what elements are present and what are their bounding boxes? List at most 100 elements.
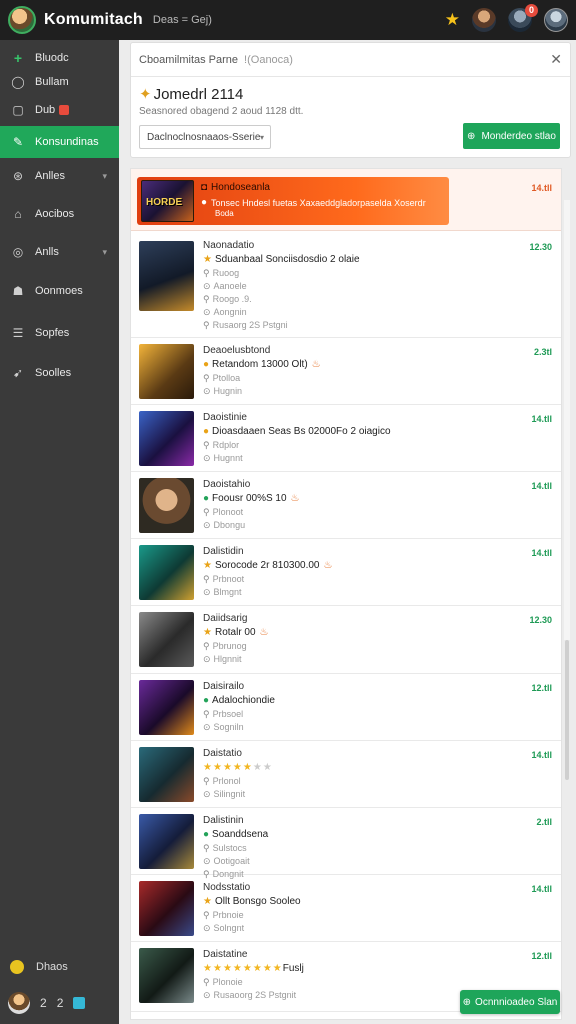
post-author[interactable]: Daiidsarig	[203, 613, 247, 624]
thumbnail-image	[139, 478, 194, 533]
breadcrumb: Cboamilmitas Parne !(Oanoca) ✕	[131, 43, 570, 77]
post-thumbnail[interactable]	[139, 241, 194, 311]
sidebar-item-dub[interactable]: ▢ Dub	[0, 94, 119, 126]
app-subtitle: Deas = Gej)	[152, 14, 212, 26]
list-item[interactable]: Daoistahio ● Foousr 00%S 10 ♨ ⚲ Plonoot ⊙ Dbong…	[131, 472, 561, 539]
meta-icon: ⊙	[203, 654, 211, 664]
friend-avatar-2[interactable]: 0	[508, 4, 538, 32]
scrollbar-track[interactable]	[564, 200, 570, 640]
post-thumbnail[interactable]	[139, 411, 194, 466]
fire-icon: ♨	[311, 359, 321, 370]
list-item[interactable]: Dalistidin ★ Sorocode 2r 810300.00 ♨ ⚲ Prbnoo…	[131, 539, 561, 606]
post-thumbnail[interactable]	[139, 747, 194, 802]
post-thumbnail[interactable]	[139, 344, 194, 399]
sidebar-item-sopfes[interactable]: ☰ Sopfes	[0, 317, 119, 349]
list-item[interactable]: Daiidsarig ★ Rotalr 00 ♨ ⚲ Pbrunog ⊙ Hlgnnit 12.…	[131, 606, 561, 674]
footer-avatar[interactable]	[8, 992, 30, 1014]
post-text: ● Retandom 13000 Olt) ♨	[203, 359, 321, 370]
list-icon: ☰	[12, 326, 24, 340]
post-meta-value: Plonoie	[212, 977, 243, 987]
favorites-star-icon[interactable]: ★	[445, 10, 460, 30]
post-timestamp: 14.tll	[531, 548, 552, 558]
scrollbar-thumb[interactable]	[565, 640, 569, 780]
list-item[interactable]: Dalistinin ● Soanddsena ⚲ Sulstocs ⊙ Ootigoait…	[131, 808, 561, 879]
list-item[interactable]: Daistatio ★★★★★★★ ⚲ Prlonol ⊙ Silingnit 14.tll	[131, 741, 561, 808]
featured-tag: Boda	[215, 209, 234, 218]
post-author[interactable]: Daistatio	[203, 748, 242, 759]
post-author[interactable]: Nodsstatio	[203, 882, 250, 893]
post-author[interactable]: Dalistidin	[203, 546, 244, 557]
top-bar: Komumitach Deas = Gej) ★ 0	[0, 0, 576, 40]
filter-select[interactable]: Daclnoclnosnaaos-Sserie ▾	[139, 125, 271, 149]
sidebar-item-konsundinas[interactable]: ✎ Konsundinas	[0, 126, 119, 158]
post-text-value: Dioasdaaen Seas Bs 02000Fo 2 oiagico	[212, 426, 391, 437]
post-text: ★ Rotalr 00 ♨	[203, 627, 269, 638]
meta-icon: ⊙	[203, 990, 211, 1000]
post-author[interactable]: Dalistinin	[203, 815, 244, 826]
post-text-value: Sduanbaal Sonciisdosdio 2 olaie	[214, 254, 360, 265]
star-icon: ★	[203, 762, 213, 773]
star-icon: ★	[203, 963, 213, 974]
meta-icon: ⚲	[203, 294, 210, 304]
star-icon: ★	[222, 963, 233, 974]
sidebar: + Bluodc ◯ Bullam ▢ Dub ✎ Konsundinas ⊛ …	[0, 40, 119, 1024]
list-item[interactable]: Nodsstatio ★ Ollt Bonsgo Sooleo ⚲ Prbnoie ⊙ So…	[131, 875, 561, 942]
post-thumbnail[interactable]	[139, 680, 194, 735]
friend-avatar-1[interactable]	[472, 8, 496, 32]
meta-icon: ⚲	[203, 641, 210, 651]
post-thumbnail[interactable]	[139, 948, 194, 1003]
meta-icon: ⊙	[203, 789, 211, 799]
plus-icon: +	[13, 50, 23, 66]
post-thumbnail[interactable]	[139, 545, 194, 600]
post-author[interactable]: Daisirailo	[203, 681, 244, 692]
post-timestamp: 12.30	[529, 615, 552, 625]
list-item[interactable]: Daisirailo ● Adalochiondie ⚲ Prbsoel ⊙ Sogniln…	[131, 674, 561, 741]
meta-icon: ⚲	[203, 268, 210, 278]
alert-tag-icon	[59, 105, 70, 115]
post-author[interactable]: Daoistahio	[203, 479, 250, 490]
post-meta-value: Aanoele	[213, 281, 247, 291]
sidebar-item-anlles[interactable]: ⊛ Anlles ▾	[0, 160, 119, 192]
app-logo-avatar[interactable]	[8, 6, 36, 34]
floating-action-label: Ocnnnioadeo Slan	[475, 996, 558, 1008]
list-item[interactable]: Daoistinie ● Dioasdaaen Seas Bs 02000Fo 2 …	[131, 405, 561, 472]
post-thumbnail[interactable]	[139, 478, 194, 533]
featured-description-text: Tonsec Hndesl fuetas Xaxaeddgladorpaseld…	[211, 197, 426, 208]
fire-icon: ♨	[290, 493, 300, 504]
post-author[interactable]: Naonadatio	[203, 240, 254, 251]
post-author[interactable]: Daistatine	[203, 949, 247, 960]
create-post-button[interactable]: ⊕ Monderdeo stlao	[463, 123, 560, 149]
post-author[interactable]: Daoistinie	[203, 412, 247, 423]
featured-row[interactable]: HORDE ◘ Hondoseanla ● Tonsec Hndesl fuet…	[131, 169, 561, 231]
star-icon: ★	[203, 254, 212, 265]
post-text: ★ Sorocode 2r 810300.00 ♨	[203, 560, 332, 571]
sidebar-item-soolles[interactable]: ➹ Soolles	[0, 357, 119, 389]
post-meta: ⊙ Hugnnt	[203, 453, 243, 464]
post-timestamp: 12.tll	[531, 683, 552, 693]
featured-description: ● Tonsec Hndesl fuetas Xaxaeddgladorpase…	[201, 197, 426, 208]
sidebar-status-item[interactable]: Dhaos	[10, 960, 68, 974]
sidebar-item-label: Oonmoes	[35, 285, 83, 297]
sidebar-item-oonmoes[interactable]: ☗ Oonmoes	[0, 275, 119, 307]
sidebar-item-anlls[interactable]: ◎ Anlls ▾	[0, 236, 119, 268]
settings-square-icon[interactable]	[73, 997, 86, 1009]
circle-icon: ◯	[11, 75, 25, 89]
list-item[interactable]: Deaoelusbtond ● Retandom 13000 Olt) ♨ ⚲ Ptoll…	[131, 338, 561, 405]
user-avatar[interactable]	[544, 8, 568, 32]
post-meta: ⊙ Silingnit	[203, 789, 245, 800]
list-item[interactable]: Naonadatio ★ Sduanbaal Sonciisdosdio 2 ola…	[131, 233, 561, 338]
post-thumbnail[interactable]	[139, 881, 194, 936]
close-icon[interactable]: ✕	[550, 51, 562, 68]
post-author[interactable]: Deaoelusbtond	[203, 345, 270, 356]
featured-banner[interactable]: HORDE ◘ Hondoseanla ● Tonsec Hndesl fuet…	[137, 177, 449, 225]
post-thumbnail[interactable]	[139, 814, 194, 869]
post-meta: ⚲ Prbnoie	[203, 910, 244, 921]
post-timestamp: 14.tll	[531, 750, 552, 760]
floating-action-button[interactable]: ⊕ Ocnnnioadeo Slan	[460, 990, 560, 1014]
sidebar-item-aocibos[interactable]: ⌂ Aocibos	[0, 198, 119, 230]
clock-icon: ◎	[12, 245, 24, 259]
meta-icon: ⊙	[203, 281, 211, 291]
meta-icon: ⚲	[203, 977, 210, 987]
post-meta: ⚲ Rdplor	[203, 440, 239, 451]
post-thumbnail[interactable]	[139, 612, 194, 667]
